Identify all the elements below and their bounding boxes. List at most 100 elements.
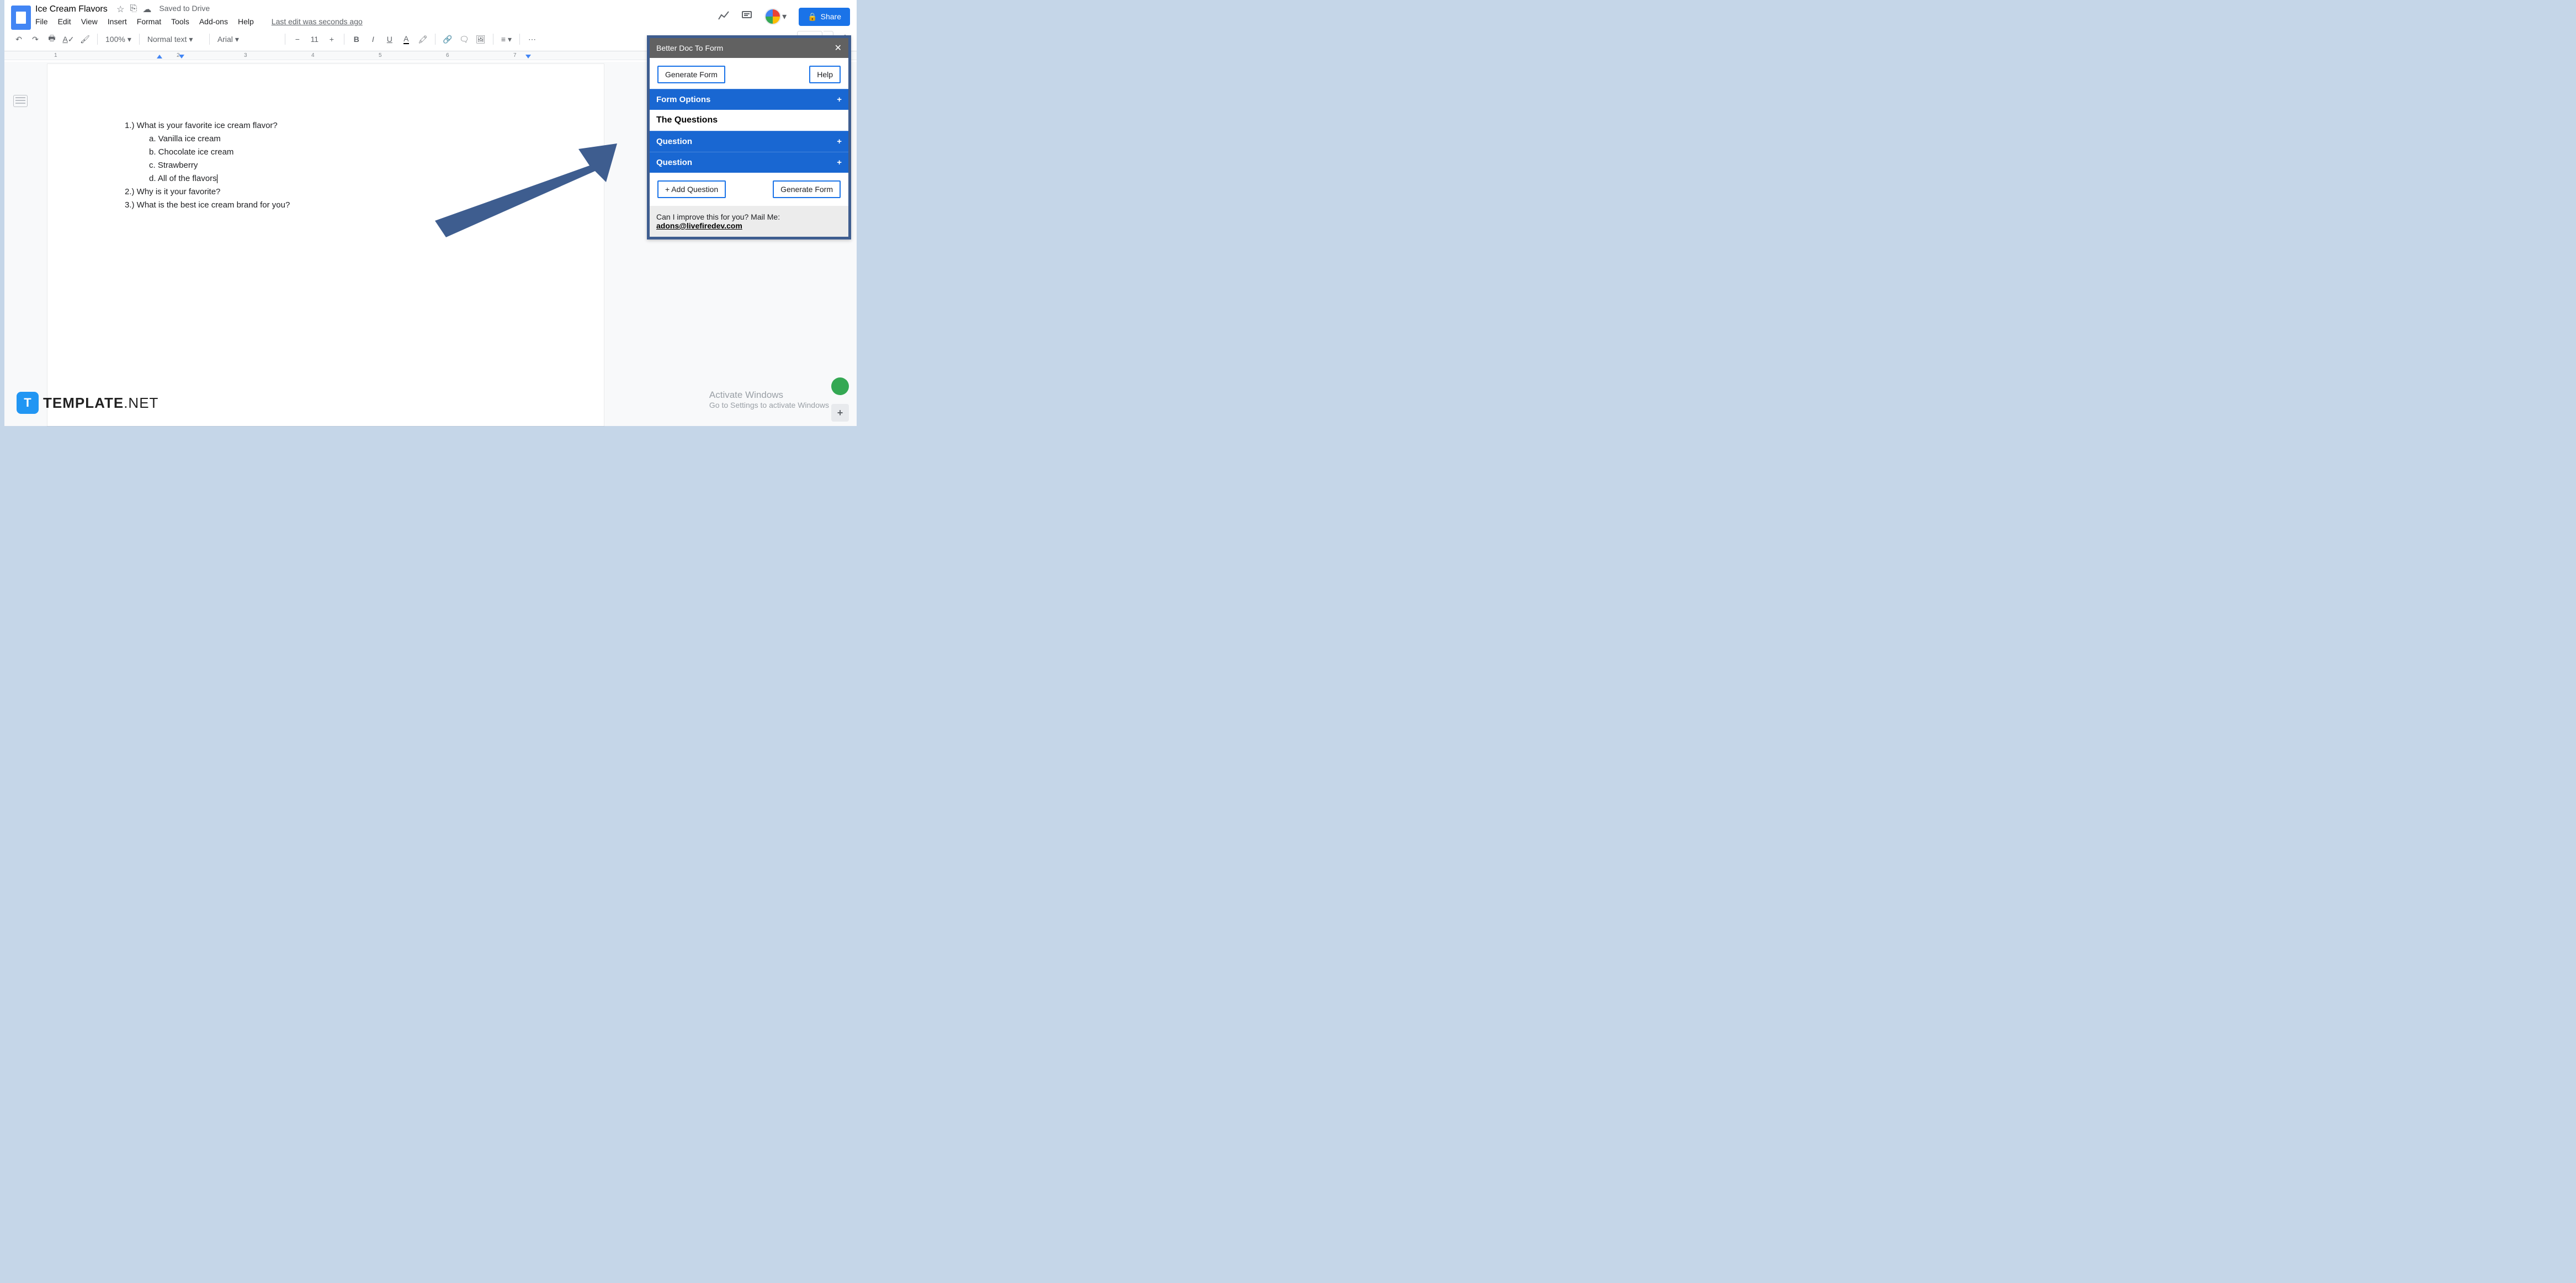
last-edit-link[interactable]: Last edit was seconds ago — [272, 17, 363, 26]
font-increase-button[interactable]: + — [324, 32, 339, 46]
chevron-down-icon: ▾ — [782, 11, 787, 22]
chevron-down-icon: ▾ — [508, 35, 512, 44]
activate-title: Activate Windows — [709, 390, 829, 401]
chevron-down-icon: ▾ — [128, 35, 131, 44]
print-button[interactable]: 🖶 — [44, 32, 60, 46]
help-button[interactable]: Help — [809, 66, 841, 83]
paint-format-button[interactable]: 🖌 — [77, 32, 93, 46]
ruler-mark: 4 — [311, 52, 315, 58]
comment-button[interactable]: 🗨 — [456, 32, 472, 46]
menu-addons[interactable]: Add-ons — [199, 17, 228, 26]
style-select[interactable]: Normal text▾ — [144, 35, 205, 44]
more-tools-button[interactable]: ⋯ — [524, 32, 540, 46]
separator — [97, 34, 98, 45]
document-title[interactable]: Ice Cream Flavors — [35, 4, 108, 14]
logo-badge: T — [17, 392, 39, 414]
menubar: File Edit View Insert Format Tools Add-o… — [35, 15, 714, 29]
header: Ice Cream Flavors ☆ ⎘ ☁ Saved to Drive F… — [4, 0, 857, 30]
header-right: ▾ 🔒Share — [718, 8, 850, 26]
activate-windows-watermark: Activate Windows Go to Settings to activ… — [709, 390, 829, 409]
cloud-icon[interactable]: ☁ — [142, 4, 151, 15]
addon-green-icon[interactable] — [831, 377, 849, 395]
better-doc-to-form-panel: Better Doc To Form ✕ Generate Form Help … — [647, 35, 851, 239]
zoom-select[interactable]: 100%▾ — [102, 35, 135, 44]
outline-icon[interactable] — [13, 95, 28, 107]
menu-edit[interactable]: Edit — [58, 17, 71, 26]
ruler-mark: 5 — [379, 52, 382, 58]
section-label: Question — [656, 137, 692, 146]
generate-form-button-2[interactable]: Generate Form — [773, 180, 841, 198]
menu-insert[interactable]: Insert — [108, 17, 127, 26]
align-select[interactable]: ≡ ▾ — [498, 35, 515, 44]
mail-link[interactable]: adons@livefiredev.com — [656, 221, 742, 230]
underline-button[interactable]: U — [382, 32, 397, 46]
indent-marker-first[interactable] — [179, 55, 184, 58]
share-button[interactable]: 🔒Share — [799, 8, 850, 26]
menu-help[interactable]: Help — [238, 17, 254, 26]
comments-icon[interactable] — [741, 10, 752, 23]
left-rail — [4, 62, 36, 426]
doc-line-q1b: b. Chocolate ice cream — [125, 146, 527, 159]
doc-line-q1: 1.) What is your favorite ice cream flav… — [125, 119, 527, 132]
text-color-button[interactable]: A — [399, 32, 414, 46]
chevron-down-icon: ▾ — [235, 35, 239, 44]
font-size-input[interactable]: 11 — [306, 35, 323, 44]
doc-line-q1c: c. Strawberry — [125, 159, 527, 172]
font-decrease-button[interactable]: − — [290, 32, 305, 46]
question-section-1[interactable]: Question + — [650, 131, 848, 152]
meet-dropdown[interactable]: ▾ — [764, 8, 787, 25]
form-options-section[interactable]: Form Options + — [650, 89, 848, 110]
panel-footer-buttons: + Add Question Generate Form — [650, 173, 848, 206]
docs-logo-icon[interactable] — [11, 6, 31, 30]
font-select[interactable]: Arial▾ — [214, 35, 280, 44]
generate-form-button[interactable]: Generate Form — [657, 66, 725, 83]
add-addon-button[interactable]: + — [831, 404, 849, 422]
plus-icon: + — [837, 137, 842, 146]
menu-view[interactable]: View — [81, 17, 98, 26]
separator — [139, 34, 140, 45]
saved-status: Saved to Drive — [159, 4, 210, 15]
separator — [519, 34, 520, 45]
doc-line-q2: 2.) Why is it your favorite? — [125, 185, 527, 199]
add-question-button[interactable]: + Add Question — [657, 180, 726, 198]
ruler-mark: 7 — [513, 52, 517, 58]
highlight-button[interactable]: 🖍 — [415, 32, 431, 46]
style-value: Normal text — [147, 35, 187, 44]
undo-button[interactable]: ↶ — [11, 32, 26, 46]
link-button[interactable]: 🔗 — [440, 32, 455, 46]
activity-icon[interactable] — [718, 10, 729, 23]
close-icon[interactable]: ✕ — [835, 42, 842, 54]
section-label: Question — [656, 158, 692, 167]
star-icon[interactable]: ☆ — [116, 4, 124, 15]
plus-icon: + — [837, 95, 842, 104]
brand-suffix: .NET — [124, 395, 158, 411]
ruler-mark: 6 — [446, 52, 449, 58]
activate-sub: Go to Settings to activate Windows — [709, 401, 829, 409]
bold-button[interactable]: B — [349, 32, 364, 46]
image-button[interactable]: 🖼 — [473, 32, 488, 46]
indent-marker-end[interactable] — [525, 55, 531, 58]
doc-line-q1d: d. All of the flavors — [125, 172, 527, 185]
document-page[interactable]: 1.) What is your favorite ice cream flav… — [47, 64, 604, 426]
redo-button[interactable]: ↷ — [28, 32, 43, 46]
menu-tools[interactable]: Tools — [171, 17, 189, 26]
doc-line-q3: 3.) What is the best ice cream brand for… — [125, 199, 527, 212]
panel-top-buttons: Generate Form Help — [650, 58, 848, 89]
chevron-down-icon: ▾ — [189, 35, 193, 44]
question-section-2[interactable]: Question+ — [650, 152, 848, 173]
doc-line-q1a: a. Vanilla ice cream — [125, 132, 527, 146]
menu-format[interactable]: Format — [137, 17, 161, 26]
title-actions: ☆ ⎘ ☁ Saved to Drive — [116, 4, 210, 15]
font-value: Arial — [217, 35, 233, 44]
indent-marker-start[interactable] — [157, 55, 162, 58]
title-line: Ice Cream Flavors ☆ ⎘ ☁ Saved to Drive — [35, 4, 714, 15]
move-icon[interactable]: ⎘ — [130, 4, 137, 15]
italic-button[interactable]: I — [365, 32, 381, 46]
lock-icon: 🔒 — [808, 12, 817, 22]
menu-file[interactable]: File — [35, 17, 48, 26]
ruler-mark: 1 — [54, 52, 57, 58]
section-label: Form Options — [656, 95, 710, 104]
spellcheck-button[interactable]: A✓ — [61, 32, 76, 46]
brand-name: TEMPLATE — [43, 395, 124, 411]
zoom-value: 100% — [105, 35, 125, 44]
